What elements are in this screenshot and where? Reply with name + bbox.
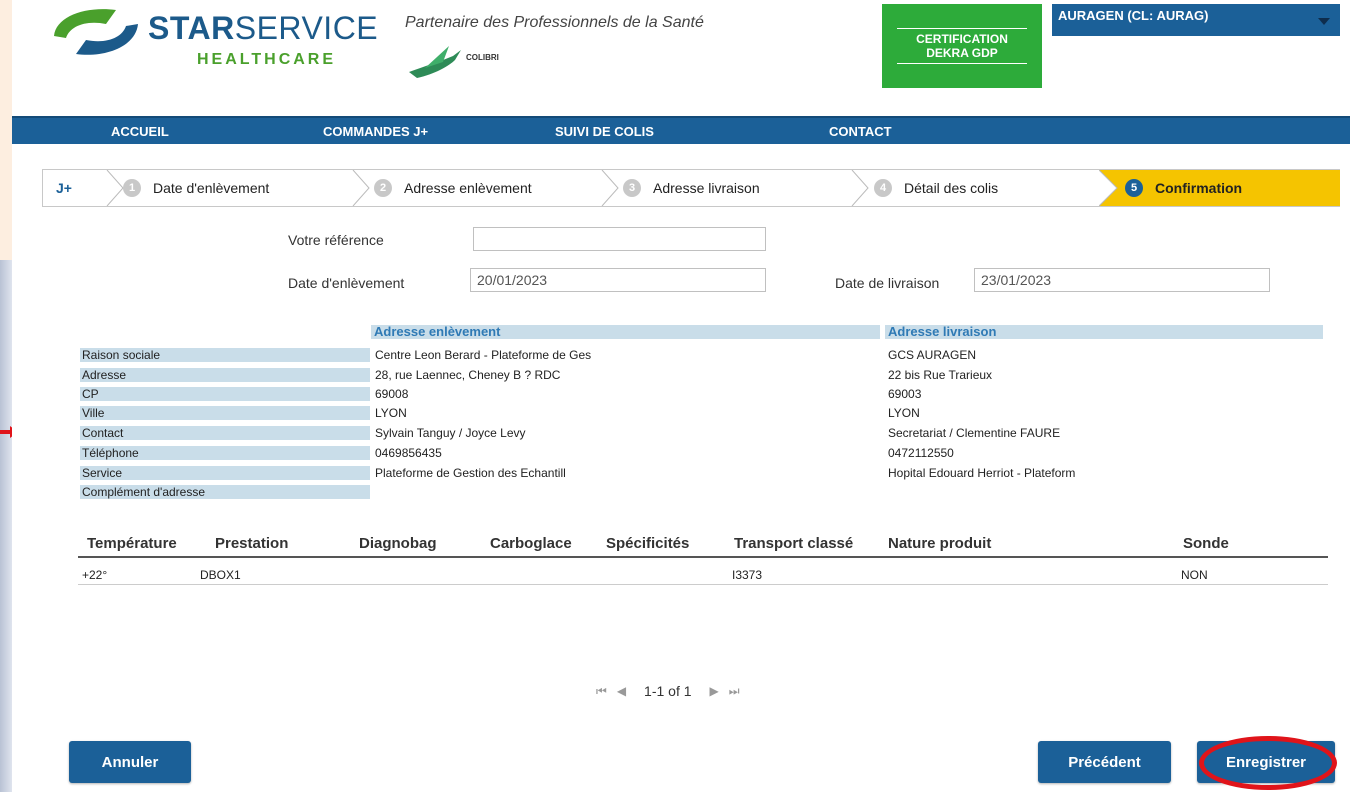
nav-commandes[interactable]: COMMANDES J+ xyxy=(323,124,428,139)
delivery-value: 22 bis Rue Trarieux xyxy=(888,368,993,382)
table-cell: DBOX1 xyxy=(200,568,241,582)
page-count: 1-1 of 1 xyxy=(644,683,692,699)
step-jplus[interactable]: J+ xyxy=(56,170,72,206)
nav-contact[interactable]: CONTACT xyxy=(829,124,892,139)
reference-input[interactable] xyxy=(473,227,766,251)
delivery-value: 0472112550 xyxy=(888,446,954,460)
address-label: Adresse xyxy=(80,368,370,382)
table-cell: +22° xyxy=(82,568,108,582)
delivery-value: GCS AURAGEN xyxy=(888,348,977,362)
delivery-date-input[interactable]: 23/01/2023 xyxy=(974,268,1270,292)
starservice-logo-icon xyxy=(54,9,138,55)
column-header[interactable]: Carboglace xyxy=(490,535,572,552)
last-page-icon[interactable]: ⏭ xyxy=(729,684,740,699)
reference-label: Votre référence xyxy=(288,232,384,248)
step-separator-icon xyxy=(106,170,124,206)
pagination: ⏮ ◀ 1-1 of 1 ▶ ⏭ xyxy=(596,683,740,699)
main-nav: ACCUEIL COMMANDES J+ SUIVI DE COLIS CONT… xyxy=(12,116,1350,144)
highlight-circle xyxy=(1199,736,1337,790)
column-header[interactable]: Transport classé xyxy=(734,535,853,552)
address-label: Complément d'adresse xyxy=(80,485,370,499)
address-label: Contact xyxy=(80,426,370,440)
delivery-value: 69003 xyxy=(888,387,922,401)
delivery-value: LYON xyxy=(888,406,920,420)
column-header[interactable]: Prestation xyxy=(215,535,288,552)
step-separator-icon xyxy=(601,170,619,206)
wizard-steps: J+ 1 Date d'enlèvement 2 Adresse enlèvemen… xyxy=(42,169,1340,207)
pickup-address-heading: Adresse enlèvement xyxy=(371,325,880,339)
step-separator-icon xyxy=(1099,170,1118,206)
brand-subtitle: HEALTHCARE xyxy=(197,51,337,68)
address-label: Raison sociale xyxy=(80,348,370,362)
pickup-date-input[interactable]: 20/01/2023 xyxy=(470,268,766,292)
pickup-value: Sylvain Tanguy / Joyce Levy xyxy=(375,426,526,440)
step-date-enlevement[interactable]: 1 Date d'enlèvement xyxy=(123,170,269,206)
column-header[interactable]: Nature produit xyxy=(888,535,991,552)
table-row xyxy=(78,584,1328,585)
column-header[interactable]: Spécificités xyxy=(606,535,689,552)
step-confirmation[interactable]: 5 Confirmation xyxy=(1125,170,1242,206)
colibri-bird-icon xyxy=(409,46,461,78)
nav-accueil[interactable]: ACCUEIL xyxy=(111,124,169,139)
delivery-value: Hopital Edouard Herriot - Plateform xyxy=(888,466,1076,480)
nav-suivi-colis[interactable]: SUIVI DE COLIS xyxy=(555,124,654,139)
step-separator-icon xyxy=(352,170,370,206)
pickup-value: Plateforme de Gestion des Echantill xyxy=(375,466,566,480)
address-label: Service xyxy=(80,466,370,480)
tagline: Partenaire des Professionnels de la Sant… xyxy=(405,14,704,31)
address-label: Téléphone xyxy=(80,446,370,460)
table-cell: NON xyxy=(1181,568,1208,582)
page: STARSERVICE HEALTHCARE Partenaire des Pr… xyxy=(12,0,1350,792)
column-header[interactable]: Diagnobag xyxy=(359,535,437,552)
address-label: CP xyxy=(80,387,370,401)
first-page-icon[interactable]: ⏮ xyxy=(596,684,607,699)
column-header[interactable]: Sonde xyxy=(1183,535,1229,552)
colibri-label: COLIBRI xyxy=(466,53,499,62)
next-page-icon[interactable]: ▶ xyxy=(710,684,719,698)
delivery-address-heading: Adresse livraison xyxy=(885,325,1323,339)
left-decor-strip xyxy=(0,260,12,792)
step-adresse-enlevement[interactable]: 2 Adresse enlèvement xyxy=(374,170,532,206)
step-detail-colis[interactable]: 4 Détail des colis xyxy=(874,170,998,206)
brand-name: STARSERVICE xyxy=(148,10,379,46)
column-header[interactable]: Température xyxy=(87,535,177,552)
table-cell: I3373 xyxy=(732,568,763,582)
pickup-value: 28, rue Laennec, Cheney B ? RDC xyxy=(375,368,561,382)
step-adresse-livraison[interactable]: 3 Adresse livraison xyxy=(623,170,760,206)
delivery-date-label: Date de livraison xyxy=(835,275,940,291)
address-label: Ville xyxy=(80,406,370,420)
pickup-value: Centre Leon Berard - Plateforme de Ges xyxy=(375,348,592,362)
pickup-value: 69008 xyxy=(375,387,409,401)
pickup-value: LYON xyxy=(375,406,407,420)
certification-badge: CERTIFICATION DEKRA GDP xyxy=(882,4,1042,88)
pickup-value: 0469856435 xyxy=(375,446,442,460)
previous-button[interactable]: Précédent xyxy=(1038,741,1171,783)
client-selector[interactable]: AURAGEN (CL: AURAG) xyxy=(1052,4,1340,36)
delivery-value: Secretariat / Clementine FAURE xyxy=(888,426,1061,440)
cancel-button[interactable]: Annuler xyxy=(69,741,191,783)
header: STARSERVICE HEALTHCARE Partenaire des Pr… xyxy=(12,0,1350,108)
previous-page-icon[interactable]: ◀ xyxy=(617,684,626,698)
table-header-divider xyxy=(78,556,1328,558)
pickup-date-label: Date d'enlèvement xyxy=(288,275,405,291)
chevron-down-icon xyxy=(1318,18,1330,25)
step-separator-icon xyxy=(851,170,869,206)
